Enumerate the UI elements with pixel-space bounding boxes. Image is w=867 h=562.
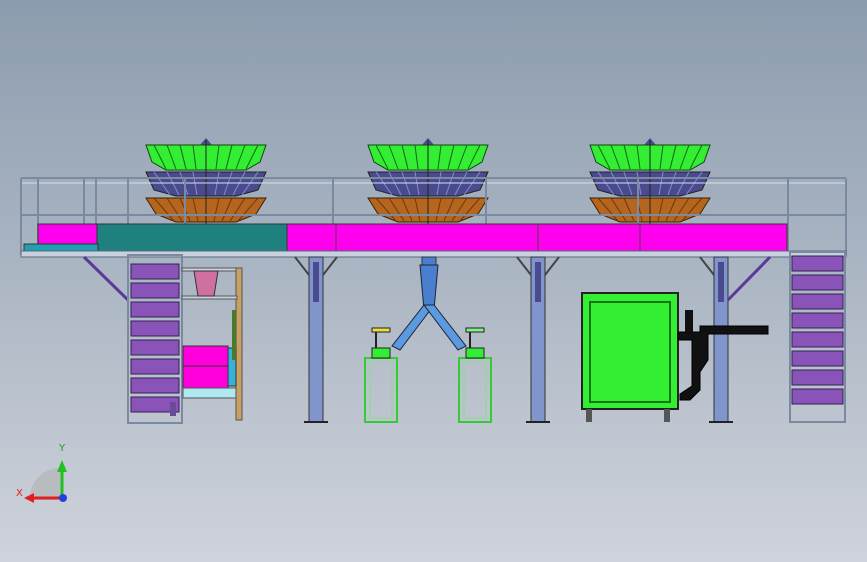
stair-step — [130, 377, 180, 394]
stair-step — [791, 312, 844, 329]
left-staircase — [127, 254, 183, 424]
right-staircase — [789, 251, 846, 423]
stair-step — [130, 301, 180, 318]
stair-step — [791, 369, 844, 386]
stair-step — [791, 255, 844, 272]
machine-assembly-drawing — [20, 138, 847, 503]
stair-step — [791, 293, 844, 310]
stair-step — [130, 263, 180, 280]
stair-step — [791, 331, 844, 348]
axis-triad — [24, 460, 67, 503]
stair-step — [130, 282, 180, 299]
stair-step — [791, 274, 844, 291]
weigher-2 — [367, 138, 489, 224]
x-axis-label: X — [16, 488, 23, 499]
bag-film-station — [170, 267, 243, 421]
control-cabinet — [581, 292, 769, 422]
multihead-weighers — [145, 138, 711, 224]
y-axis-label: Y — [59, 443, 66, 454]
stair-step — [130, 339, 180, 356]
stair-step — [130, 358, 180, 375]
discharge-funnel — [391, 256, 467, 351]
filling-stations — [364, 327, 492, 423]
cad-viewport[interactable]: Y X — [0, 0, 867, 562]
stair-step — [791, 388, 844, 405]
stair-step — [791, 350, 844, 367]
weigher-1 — [145, 138, 267, 224]
stair-step — [130, 320, 180, 337]
platform-conveyor — [20, 223, 847, 258]
weigher-3 — [589, 138, 711, 224]
